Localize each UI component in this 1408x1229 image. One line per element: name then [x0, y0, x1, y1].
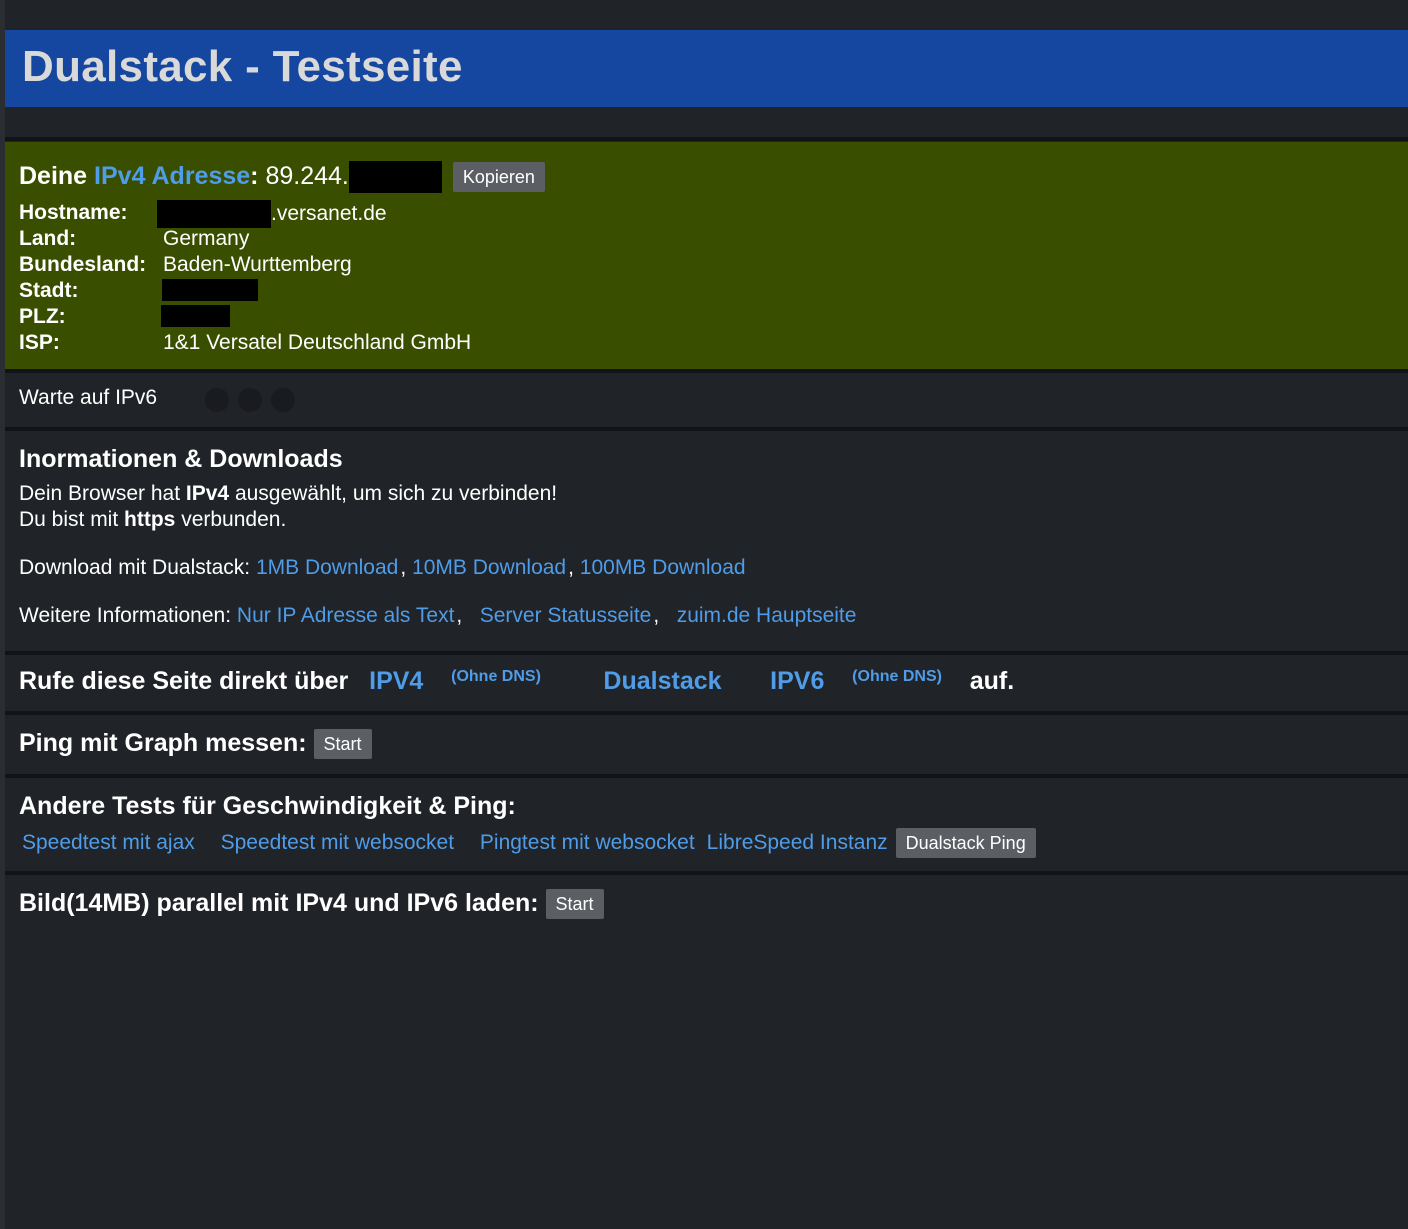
download-label: Download mit Dualstack: — [19, 556, 251, 579]
download-100mb-link[interactable]: 100MB Download — [580, 556, 746, 579]
info-value: Germany — [163, 227, 250, 250]
page-title: Dualstack - Testseite — [22, 42, 463, 91]
image-test-section: Bild(14MB) parallel mit IPv4 und IPv6 la… — [19, 889, 604, 920]
dualstack-link[interactable]: Dualstack — [603, 667, 721, 695]
loading-dot — [238, 388, 262, 412]
ipv6-direct-link[interactable]: IPV6 — [770, 667, 824, 695]
info-key: Land: — [19, 227, 77, 250]
ipv4-address-value: 89.244. — [265, 162, 349, 190]
text: auf. — [969, 667, 1015, 695]
info-key: Hostname: — [19, 201, 128, 224]
divider — [5, 369, 1408, 373]
ping-graph-section: Ping mit Graph messen: Start — [19, 729, 372, 760]
server-status-link[interactable]: Server Statusseite — [480, 604, 652, 627]
homepage-link[interactable]: zuim.de Hauptseite — [677, 604, 857, 627]
loading-indicator — [205, 388, 304, 417]
ipv4-prefix: Deine — [19, 162, 88, 190]
text: Du bist mit — [19, 508, 125, 531]
pingtest-websocket-link[interactable]: Pingtest mit websocket — [480, 831, 695, 854]
loading-dot — [205, 388, 229, 412]
download-line: Download mit Dualstack: 1MB Download, 10… — [19, 556, 746, 579]
redacted-block — [157, 200, 271, 228]
more-info-line: Weitere Informationen: Nur IP Adresse al… — [19, 604, 857, 627]
divider — [5, 651, 1408, 655]
browser-protocol-line: Dein Browser hat IPv4 ausgewählt, um sic… — [19, 482, 557, 506]
download-1mb-link[interactable]: 1MB Download — [256, 556, 398, 579]
more-info-label: Weitere Informationen: — [19, 604, 232, 627]
copy-button[interactable]: Kopieren — [452, 162, 545, 193]
ipv6-waiting-text: Warte auf IPv6 — [19, 386, 158, 409]
ping-graph-start-button[interactable]: Start — [313, 729, 372, 760]
header-bar: Dualstack - Testseite — [5, 30, 1408, 107]
connection-line: Du bist mit https verbunden. — [19, 508, 286, 532]
text: Rufe diese Seite direkt über — [19, 667, 349, 695]
info-key: PLZ: — [19, 305, 66, 328]
info-value: Baden-Wurttemberg — [163, 253, 352, 276]
dualstack-ping-button[interactable]: Dualstack Ping — [895, 828, 1036, 858]
text: ausgewählt, um sich zu verbinden! — [229, 482, 558, 505]
ipv4-info-box: Deine IPv4 Adresse: 89.244. Kopieren Hos… — [5, 142, 1408, 369]
divider — [5, 774, 1408, 778]
download-10mb-link[interactable]: 10MB Download — [412, 556, 566, 579]
other-tests-title: Andere Tests für Geschwindigkeit & Ping: — [19, 792, 516, 820]
info-value — [161, 303, 230, 329]
info-value — [162, 277, 258, 303]
redacted-block — [161, 305, 230, 328]
divider — [5, 137, 1408, 141]
page: Dualstack - Testseite Deine IPv4 Adresse… — [5, 0, 1408, 1229]
info-value: 1&1 Versatel Deutschland GmbH — [163, 331, 472, 354]
ipv4-no-dns-link[interactable]: (Ohne DNS) — [451, 668, 541, 685]
divider — [5, 711, 1408, 715]
info-key: ISP: — [19, 331, 60, 354]
direct-access-line: Rufe diese Seite direkt über IPV4 (Ohne … — [19, 667, 1014, 696]
speedtest-websocket-link[interactable]: Speedtest mit websocket — [221, 831, 454, 854]
hostname-suffix: .versanet.de — [271, 202, 387, 225]
connection-protocol: https — [124, 508, 176, 531]
redacted-block — [162, 279, 258, 302]
redacted-block — [348, 161, 442, 194]
ipv4-direct-link[interactable]: IPV4 — [369, 667, 423, 695]
info-value: .versanet.de — [157, 200, 387, 228]
librespeed-link[interactable]: LibreSpeed Instanz — [707, 831, 888, 854]
ping-graph-title: Ping mit Graph messen: — [19, 729, 307, 757]
speedtest-ajax-link[interactable]: Speedtest mit ajax — [22, 831, 195, 854]
info-downloads-title: Inormationen & Downloads — [19, 445, 343, 473]
other-tests-links: Speedtest mit ajax Speedtest mit websock… — [22, 828, 1036, 858]
image-test-start-button[interactable]: Start — [545, 889, 604, 920]
ip-text-link[interactable]: Nur IP Adresse als Text — [237, 604, 455, 627]
ipv4-colon: : — [250, 162, 259, 190]
ipv6-no-dns-link[interactable]: (Ohne DNS) — [852, 668, 942, 685]
image-test-title: Bild(14MB) parallel mit IPv4 und IPv6 la… — [19, 889, 539, 917]
divider — [5, 427, 1408, 431]
text: verbunden. — [175, 508, 287, 531]
loading-dot — [271, 388, 295, 412]
text: Dein Browser hat — [19, 482, 186, 505]
info-key: Bundesland: — [19, 253, 147, 276]
ipv4-address-link[interactable]: IPv4 Adresse — [94, 162, 250, 190]
ipv4-heading: Deine IPv4 Adresse: 89.244. Kopieren — [19, 160, 545, 194]
info-key: Stadt: — [19, 279, 79, 302]
protocol-label: IPv4 — [185, 482, 230, 505]
divider — [5, 871, 1408, 875]
